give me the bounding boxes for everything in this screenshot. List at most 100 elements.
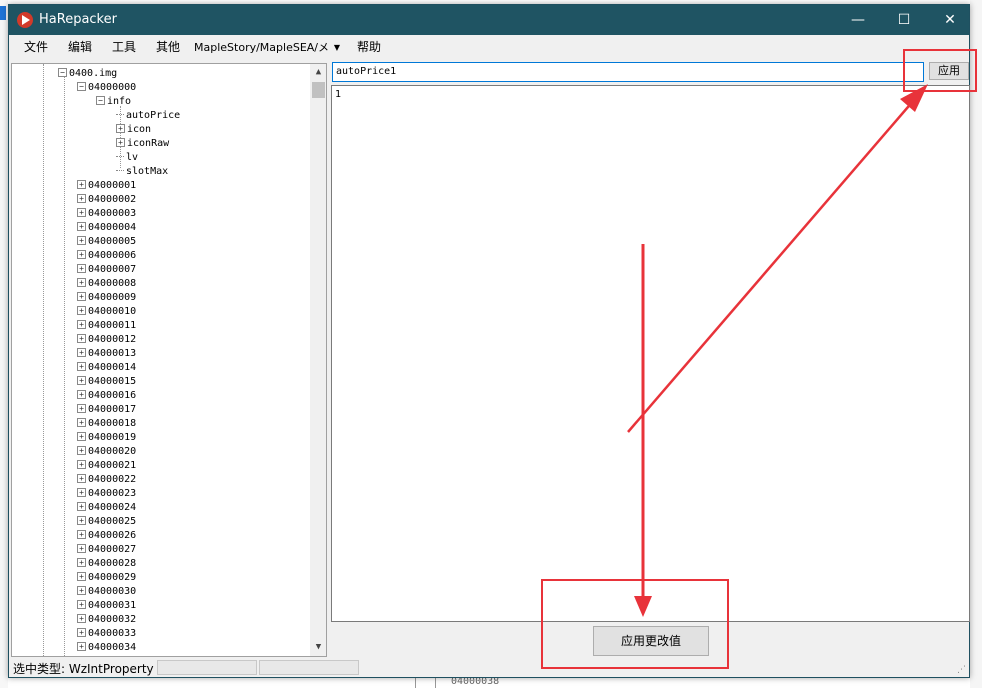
tree-node-expanded-item[interactable]: −04000000 bbox=[77, 81, 136, 95]
tree-node-item[interactable]: +04000021 bbox=[77, 459, 136, 473]
tree-node-info-child[interactable]: autoPrice bbox=[116, 109, 180, 123]
scroll-thumb[interactable] bbox=[312, 82, 325, 98]
tree-node-item[interactable]: +04000027 bbox=[77, 543, 136, 557]
tree-node-item[interactable]: +04000033 bbox=[77, 627, 136, 641]
expand-icon[interactable]: + bbox=[77, 516, 86, 525]
tree-node-item[interactable]: +04000031 bbox=[77, 599, 136, 613]
minimize-button[interactable]: — bbox=[835, 5, 881, 35]
tree-node-item[interactable]: +04000018 bbox=[77, 417, 136, 431]
menu-edit[interactable]: 编辑 bbox=[68, 39, 92, 55]
expand-icon[interactable]: + bbox=[77, 348, 86, 357]
tree-node-item[interactable]: +04000030 bbox=[77, 585, 136, 599]
expand-icon[interactable]: + bbox=[77, 278, 86, 287]
scroll-down-icon[interactable]: ▼ bbox=[310, 639, 326, 656]
tree-node-item[interactable]: +04000007 bbox=[77, 263, 136, 277]
tree-node-item[interactable]: +04000023 bbox=[77, 487, 136, 501]
expand-icon[interactable]: + bbox=[77, 418, 86, 427]
expand-icon[interactable]: + bbox=[77, 628, 86, 637]
expand-icon[interactable]: + bbox=[77, 600, 86, 609]
expand-icon[interactable]: + bbox=[77, 474, 86, 483]
tree-node-item[interactable]: +04000009 bbox=[77, 291, 136, 305]
tree-node-item[interactable]: +04000013 bbox=[77, 347, 136, 361]
tree-node-info-child[interactable]: lv bbox=[116, 151, 138, 165]
tree-node-item[interactable]: +04000014 bbox=[77, 361, 136, 375]
expand-icon[interactable]: + bbox=[77, 236, 86, 245]
tree-node-item[interactable]: +04000029 bbox=[77, 571, 136, 585]
collapse-icon[interactable]: − bbox=[77, 82, 86, 91]
title-bar[interactable]: HaRepacker — ☐ ✕ bbox=[9, 5, 969, 35]
tree-node-item[interactable]: +04000010 bbox=[77, 305, 136, 319]
tree-scrollbar[interactable]: ▲ ▼ bbox=[310, 64, 326, 656]
apply-changes-button[interactable]: 应用更改值 bbox=[593, 626, 709, 656]
expand-icon[interactable]: + bbox=[116, 124, 125, 133]
collapse-icon[interactable]: − bbox=[96, 96, 105, 105]
expand-icon[interactable]: + bbox=[77, 460, 86, 469]
tree-node-item[interactable]: +04000020 bbox=[77, 445, 136, 459]
tree-node-item[interactable]: +04000028 bbox=[77, 557, 136, 571]
maximize-button[interactable]: ☐ bbox=[881, 5, 927, 35]
tree-node-item[interactable]: +04000017 bbox=[77, 403, 136, 417]
tree-node-item[interactable]: +04000003 bbox=[77, 207, 136, 221]
tree-node-item[interactable]: +04000034 bbox=[77, 641, 136, 655]
expand-icon[interactable]: + bbox=[77, 544, 86, 553]
tree-node-item[interactable]: +04000026 bbox=[77, 529, 136, 543]
expand-icon[interactable]: + bbox=[77, 558, 86, 567]
collapse-icon[interactable]: − bbox=[58, 68, 67, 77]
tree-node-item[interactable]: +04000032 bbox=[77, 613, 136, 627]
expand-icon[interactable]: + bbox=[77, 404, 86, 413]
property-value-textarea[interactable]: 1 bbox=[331, 85, 970, 622]
expand-icon[interactable]: + bbox=[77, 502, 86, 511]
apply-button[interactable]: 应用 bbox=[929, 62, 969, 80]
tree-node-item[interactable]: +04000019 bbox=[77, 431, 136, 445]
expand-icon[interactable]: + bbox=[77, 320, 86, 329]
tree-node-info[interactable]: − info bbox=[96, 95, 131, 109]
property-name-input[interactable]: autoPrice1 bbox=[332, 62, 924, 82]
expand-icon[interactable]: + bbox=[77, 180, 86, 189]
expand-icon[interactable]: + bbox=[77, 586, 86, 595]
menu-file[interactable]: 文件 bbox=[24, 39, 48, 55]
expand-icon[interactable]: + bbox=[77, 306, 86, 315]
expand-icon[interactable]: + bbox=[77, 376, 86, 385]
tree-node-info-child[interactable]: slotMax bbox=[116, 165, 168, 179]
expand-icon[interactable]: + bbox=[77, 250, 86, 259]
tree-node-item[interactable]: +04000024 bbox=[77, 501, 136, 515]
tree-node-item[interactable]: +04000011 bbox=[77, 319, 136, 333]
expand-icon[interactable]: + bbox=[77, 446, 86, 455]
tree-node-img[interactable]: −0400.img bbox=[58, 67, 117, 81]
close-button[interactable]: ✕ bbox=[927, 5, 973, 35]
menu-help[interactable]: 帮助 bbox=[357, 39, 381, 55]
resize-grip-icon[interactable]: ⋰ bbox=[957, 665, 966, 675]
expand-icon[interactable]: + bbox=[77, 208, 86, 217]
expand-icon[interactable]: + bbox=[77, 530, 86, 539]
menu-other[interactable]: 其他 bbox=[156, 39, 180, 55]
expand-icon[interactable]: + bbox=[116, 138, 125, 147]
wz-tree-view[interactable]: −0400.img −04000000 − info autoPrice + icon… bbox=[11, 63, 327, 657]
version-select[interactable]: MapleStory/MapleSEA/メ ▼ bbox=[194, 38, 344, 57]
tree-node-item[interactable]: +04000012 bbox=[77, 333, 136, 347]
menu-tools[interactable]: 工具 bbox=[112, 39, 136, 55]
tree-node-item[interactable]: +04000016 bbox=[77, 389, 136, 403]
expand-icon[interactable]: + bbox=[77, 488, 86, 497]
expand-icon[interactable]: + bbox=[77, 432, 86, 441]
expand-icon[interactable]: + bbox=[77, 194, 86, 203]
expand-icon[interactable]: + bbox=[77, 292, 86, 301]
tree-node-info-child[interactable]: + icon bbox=[116, 123, 151, 137]
expand-icon[interactable]: + bbox=[77, 334, 86, 343]
tree-node-item[interactable]: +04000022 bbox=[77, 473, 136, 487]
scroll-up-icon[interactable]: ▲ bbox=[310, 64, 326, 81]
tree-node-item[interactable]: +04000008 bbox=[77, 277, 136, 291]
expand-icon[interactable]: + bbox=[77, 390, 86, 399]
tree-node-item[interactable]: +04000006 bbox=[77, 249, 136, 263]
expand-icon[interactable]: + bbox=[77, 222, 86, 231]
expand-icon[interactable]: + bbox=[77, 614, 86, 623]
tree-node-item[interactable]: +04000025 bbox=[77, 515, 136, 529]
tree-node-info-child[interactable]: + iconRaw bbox=[116, 137, 169, 151]
tree-node-item[interactable]: +04000004 bbox=[77, 221, 136, 235]
expand-icon[interactable]: + bbox=[77, 362, 86, 371]
tree-node-item[interactable]: +04000005 bbox=[77, 235, 136, 249]
tree-node-item[interactable]: +04000015 bbox=[77, 375, 136, 389]
expand-icon[interactable]: + bbox=[77, 264, 86, 273]
tree-node-item[interactable]: +04000001 bbox=[77, 179, 136, 193]
expand-icon[interactable]: + bbox=[77, 572, 86, 581]
expand-icon[interactable]: + bbox=[77, 642, 86, 651]
